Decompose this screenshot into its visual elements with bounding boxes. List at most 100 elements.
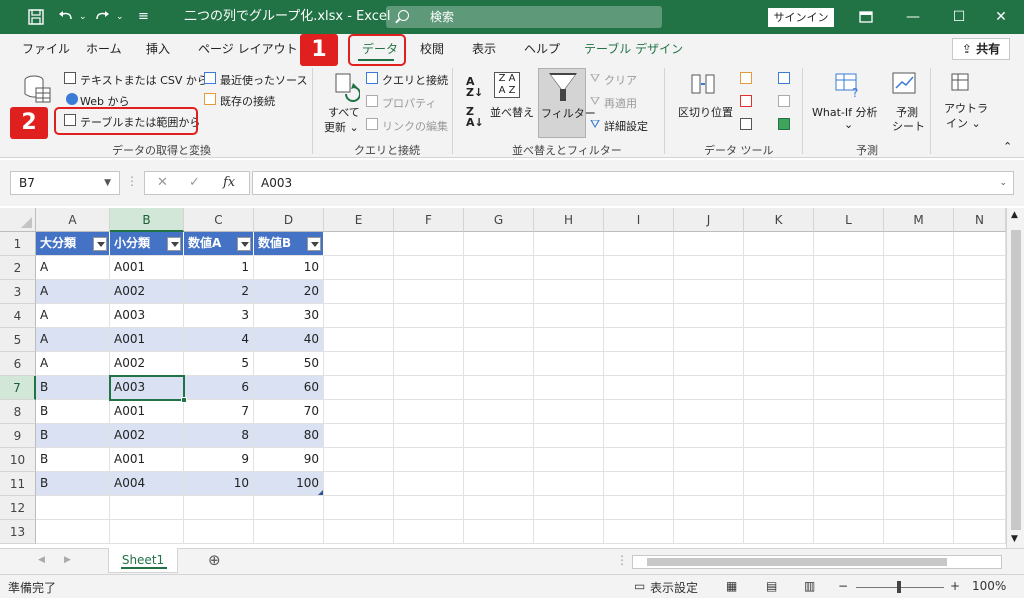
zoom-slider-thumb[interactable] xyxy=(897,581,901,593)
cell-e7[interactable] xyxy=(324,376,394,400)
cell-m4[interactable] xyxy=(884,304,954,328)
cell-i3[interactable] xyxy=(604,280,674,304)
insert-function-icon[interactable]: fx xyxy=(223,175,235,190)
cell-k9[interactable] xyxy=(744,424,814,448)
text-to-columns-icon[interactable] xyxy=(690,72,718,103)
cell-i8[interactable] xyxy=(604,400,674,424)
column-header-m[interactable]: M xyxy=(884,208,954,232)
enter-icon[interactable]: ✓ xyxy=(189,175,200,190)
cell-h7[interactable] xyxy=(534,376,604,400)
cell-h13[interactable] xyxy=(534,520,604,544)
cell-k5[interactable] xyxy=(744,328,814,352)
cell-n11[interactable] xyxy=(954,472,1006,496)
cell-c12[interactable] xyxy=(184,496,254,520)
table-cell[interactable]: 60 xyxy=(254,376,324,400)
column-header-i[interactable]: I xyxy=(604,208,674,232)
cell-e13[interactable] xyxy=(324,520,394,544)
sort-ascending-icon[interactable]: A Z↓ xyxy=(466,76,483,98)
display-settings-icon[interactable]: ▭ xyxy=(634,579,645,593)
cell-h4[interactable] xyxy=(534,304,604,328)
reapply-button[interactable]: 再適用 xyxy=(604,95,637,111)
add-sheet-icon[interactable]: ⊕ xyxy=(208,551,221,569)
cell-m8[interactable] xyxy=(884,400,954,424)
cell-j12[interactable] xyxy=(674,496,744,520)
cell-g10[interactable] xyxy=(464,448,534,472)
filter-dropdown-icon[interactable] xyxy=(167,237,181,251)
cell-h3[interactable] xyxy=(534,280,604,304)
cell-j2[interactable] xyxy=(674,256,744,280)
table-cell[interactable]: A001 xyxy=(110,256,184,280)
tab-view[interactable]: 表示 xyxy=(472,40,496,57)
table-header-cell[interactable]: 小分類 xyxy=(110,232,184,256)
cell-n2[interactable] xyxy=(954,256,1006,280)
cell-i6[interactable] xyxy=(604,352,674,376)
forecast-sheet-icon[interactable] xyxy=(892,72,918,101)
cell-i2[interactable] xyxy=(604,256,674,280)
scroll-down-icon[interactable]: ▼ xyxy=(1011,534,1018,544)
cell-k10[interactable] xyxy=(744,448,814,472)
row-header-9[interactable]: 9 xyxy=(0,424,36,448)
cell-f8[interactable] xyxy=(394,400,464,424)
cell-l7[interactable] xyxy=(814,376,884,400)
cell-i4[interactable] xyxy=(604,304,674,328)
zoom-out-button[interactable]: − xyxy=(838,579,848,593)
page-break-view-icon[interactable]: ▥ xyxy=(804,579,815,593)
filter-dropdown-icon[interactable] xyxy=(93,237,107,251)
table-cell[interactable]: A xyxy=(36,256,110,280)
cell-c13[interactable] xyxy=(184,520,254,544)
cell-m11[interactable] xyxy=(884,472,954,496)
table-header-cell[interactable]: 数値A xyxy=(184,232,254,256)
cell-l2[interactable] xyxy=(814,256,884,280)
cell-n12[interactable] xyxy=(954,496,1006,520)
queries-connections-button[interactable]: クエリと接続 xyxy=(382,72,448,88)
cell-d12[interactable] xyxy=(254,496,324,520)
table-cell[interactable]: 8 xyxy=(184,424,254,448)
cell-g5[interactable] xyxy=(464,328,534,352)
horizontal-scroll-thumb[interactable] xyxy=(647,558,947,566)
table-cell[interactable]: B xyxy=(36,400,110,424)
cell-h1[interactable] xyxy=(534,232,604,256)
refresh-all-icon[interactable] xyxy=(334,72,361,105)
save-icon[interactable] xyxy=(28,9,44,25)
cell-l1[interactable] xyxy=(814,232,884,256)
cell-k2[interactable] xyxy=(744,256,814,280)
table-cell[interactable]: A002 xyxy=(110,424,184,448)
table-cell[interactable]: A xyxy=(36,280,110,304)
cell-f12[interactable] xyxy=(394,496,464,520)
cell-e12[interactable] xyxy=(324,496,394,520)
redo-dropdown-icon[interactable]: ⌄ xyxy=(116,0,124,34)
cell-f4[interactable] xyxy=(394,304,464,328)
cell-l9[interactable] xyxy=(814,424,884,448)
table-cell[interactable]: 80 xyxy=(254,424,324,448)
cell-f6[interactable] xyxy=(394,352,464,376)
column-header-g[interactable]: G xyxy=(464,208,534,232)
cell-f2[interactable] xyxy=(394,256,464,280)
cell-k13[interactable] xyxy=(744,520,814,544)
cell-h11[interactable] xyxy=(534,472,604,496)
cell-n6[interactable] xyxy=(954,352,1006,376)
cell-f5[interactable] xyxy=(394,328,464,352)
scroll-up-icon[interactable]: ▲ xyxy=(1011,210,1018,220)
cell-f13[interactable] xyxy=(394,520,464,544)
row-header-8[interactable]: 8 xyxy=(0,400,36,424)
fill-handle[interactable] xyxy=(181,397,187,403)
row-header-10[interactable]: 10 xyxy=(0,448,36,472)
from-text-csv-button[interactable]: テキストまたは CSV から xyxy=(80,72,208,88)
cell-m7[interactable] xyxy=(884,376,954,400)
table-cell[interactable]: A xyxy=(36,352,110,376)
table-cell[interactable]: A001 xyxy=(110,328,184,352)
cell-l13[interactable] xyxy=(814,520,884,544)
cell-e6[interactable] xyxy=(324,352,394,376)
row-header-13[interactable]: 13 xyxy=(0,520,36,544)
table-cell[interactable]: A001 xyxy=(110,400,184,424)
column-header-k[interactable]: K xyxy=(744,208,814,232)
row-header-7[interactable]: 7 xyxy=(0,376,36,400)
table-cell[interactable]: A004 xyxy=(110,472,184,496)
tab-review[interactable]: 校閲 xyxy=(420,40,444,57)
column-header-j[interactable]: J xyxy=(674,208,744,232)
cell-i1[interactable] xyxy=(604,232,674,256)
column-header-d[interactable]: D xyxy=(254,208,324,232)
advanced-button[interactable]: 詳細設定 xyxy=(604,118,648,134)
cell-n4[interactable] xyxy=(954,304,1006,328)
cell-k1[interactable] xyxy=(744,232,814,256)
